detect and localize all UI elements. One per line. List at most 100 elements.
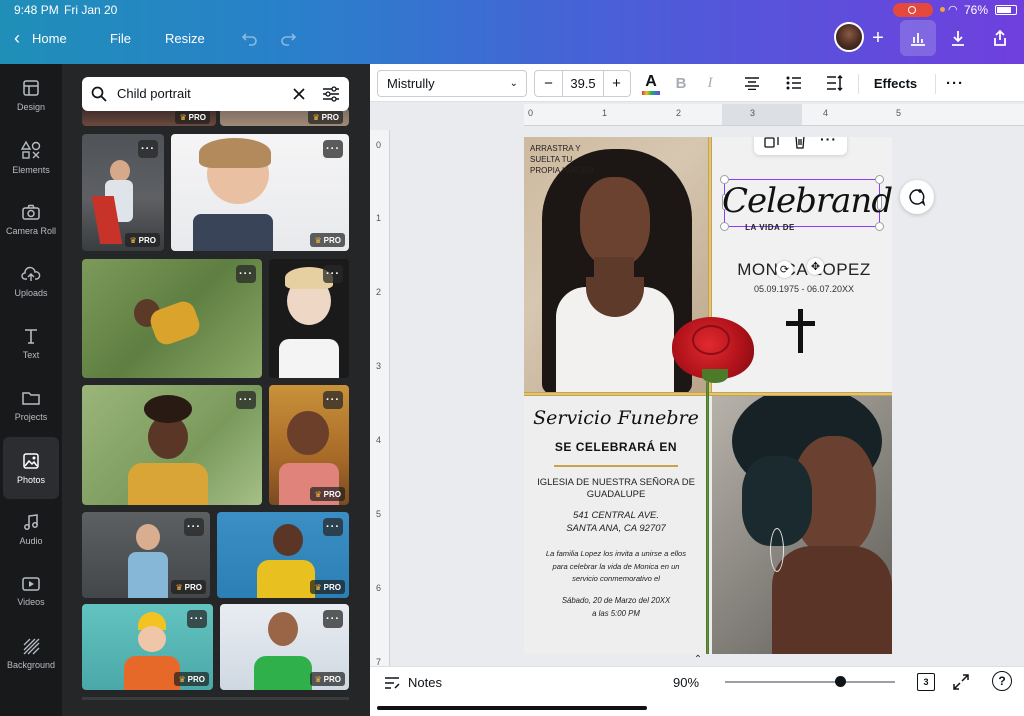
status-time: 9:48 PM: [14, 3, 59, 17]
photo-thumbnail[interactable]: ···: [269, 259, 349, 378]
list-icon[interactable]: [782, 72, 806, 94]
photo-thumbnail[interactable]: ···: [82, 259, 262, 378]
font-size-input[interactable]: 39.5: [562, 71, 604, 96]
service-datetime[interactable]: Sábado, 20 de Marzo del 20XX a las 5:00 …: [530, 595, 702, 620]
ruler-label: 3: [376, 361, 382, 371]
clear-search-icon[interactable]: [293, 88, 305, 100]
fullscreen-icon[interactable]: [953, 674, 969, 690]
chevron-up-icon[interactable]: ⌃: [688, 654, 708, 666]
redo-icon[interactable]: [274, 24, 302, 52]
text-toolbar: Mistrully ⌄ − 39.5 + A B I Effects ···: [370, 64, 1024, 102]
rail-item-text[interactable]: Text: [0, 312, 62, 374]
pro-badge: ♛ PRO: [310, 233, 345, 247]
move-handle-icon[interactable]: ✥: [807, 258, 824, 275]
rail-item-audio[interactable]: Audio: [0, 498, 62, 560]
ruler-label: 5: [896, 108, 902, 118]
bold-button[interactable]: B: [670, 72, 692, 94]
toolbar-divider: [858, 74, 859, 94]
more-options-icon[interactable]: ···: [236, 391, 256, 409]
deceased-name[interactable]: MONICA LOPEZ: [720, 260, 888, 280]
celebrando-title[interactable]: Celebrando: [722, 181, 892, 221]
rail-item-uploads[interactable]: Uploads: [0, 250, 62, 312]
photo-thumbnail[interactable]: ··· ♛ PRO: [171, 134, 349, 251]
more-options-icon[interactable]: ···: [138, 140, 158, 158]
add-collaborator-icon[interactable]: +: [864, 24, 892, 52]
insights-icon[interactable]: [900, 20, 936, 56]
rose-flower[interactable]: [664, 309, 760, 385]
file-menu-button[interactable]: File: [110, 26, 131, 50]
servicio-title[interactable]: Servicio Funebre: [530, 407, 702, 429]
photo-thumbnail[interactable]: ··· ♛ PRO: [82, 604, 213, 690]
help-icon[interactable]: ?: [992, 671, 1012, 691]
photo-icon: [23, 452, 39, 469]
increase-size-button[interactable]: +: [603, 75, 630, 92]
rail-item-design[interactable]: Design: [0, 64, 62, 126]
pro-badge: ♛ PRO: [125, 233, 160, 247]
share-icon[interactable]: [986, 24, 1014, 52]
avatar[interactable]: [834, 22, 864, 52]
more-options-icon[interactable]: ···: [323, 391, 343, 409]
filter-icon[interactable]: [322, 86, 340, 102]
spacing-icon[interactable]: [823, 72, 847, 94]
rose-stem: [706, 382, 709, 654]
more-options-icon[interactable]: ···: [236, 265, 256, 283]
camera-icon: [22, 204, 40, 220]
resize-button[interactable]: Resize: [165, 26, 205, 50]
decrease-size-button[interactable]: −: [535, 75, 562, 92]
photo-thumbnail[interactable]: ··· ♛ PRO: [269, 385, 349, 505]
more-options-icon[interactable]: ···: [187, 610, 207, 628]
photo-thumbnail[interactable]: ··· ♛ PRO: [82, 512, 210, 598]
celebration-heading[interactable]: SE CELEBRARÁ EN: [530, 440, 702, 454]
rail-item-background[interactable]: Background: [0, 622, 62, 684]
search-bar[interactable]: Child portrait: [82, 77, 349, 111]
church-name[interactable]: IGLESIA DE NUESTRA SEÑORA DE GUADALUPE: [530, 477, 702, 501]
zoom-slider[interactable]: [725, 676, 895, 687]
text-color-button[interactable]: A: [638, 71, 664, 97]
more-options-icon[interactable]: ···: [184, 518, 204, 536]
rail-item-projects[interactable]: Projects: [0, 374, 62, 436]
more-options-icon[interactable]: ···: [323, 265, 343, 283]
rail-item-videos[interactable]: Videos: [0, 560, 62, 622]
invitation-text[interactable]: La familia Lopez los invita a unirse a e…: [530, 548, 702, 586]
more-options-icon[interactable]: ···: [943, 72, 967, 94]
rail-item-photos[interactable]: Photos: [3, 437, 59, 499]
duplicate-icon[interactable]: [764, 137, 779, 149]
cross-icon: [798, 309, 803, 353]
font-selector[interactable]: Mistrully ⌄: [377, 70, 527, 97]
align-center-icon[interactable]: [740, 72, 764, 94]
photo-thumbnail[interactable]: ··· ♛ PRO: [220, 604, 349, 690]
undo-icon[interactable]: [236, 24, 264, 52]
photo-thumbnail[interactable]: ··· ♛ PRO: [217, 512, 349, 598]
text-color-icon: A: [645, 72, 657, 90]
home-button[interactable]: ‹ Home: [14, 26, 67, 50]
add-comment-button[interactable]: [900, 180, 934, 214]
rail-label: Background: [6, 659, 56, 670]
font-size-stepper[interactable]: − 39.5 +: [534, 70, 631, 97]
design-page[interactable]: ARRASTRA Y SUELTA TU PROPIA IMAGEN Celeb…: [524, 137, 892, 654]
rotate-handle-icon[interactable]: ⟳: [776, 261, 793, 278]
home-indicator: [377, 706, 647, 710]
more-options-icon[interactable]: ···: [323, 518, 343, 536]
font-name: Mistrully: [387, 76, 435, 91]
church-address[interactable]: 541 CENTRAL AVE. SANTA ANA, CA 92707: [530, 509, 702, 535]
search-input[interactable]: Child portrait: [117, 86, 191, 101]
rail-item-elements[interactable]: Elements: [0, 126, 62, 188]
more-options-icon[interactable]: ···: [323, 140, 343, 158]
notes-button[interactable]: Notes: [408, 675, 442, 690]
more-options-icon[interactable]: ···: [820, 137, 837, 147]
effects-button[interactable]: Effects: [868, 72, 923, 94]
life-dates[interactable]: 05.09.1975 - 06.07.20XX: [720, 284, 888, 294]
download-icon[interactable]: [944, 24, 972, 52]
rail-item-camera-roll[interactable]: Camera Roll: [0, 188, 62, 250]
page-count-button[interactable]: 3: [917, 673, 935, 691]
zoom-slider-handle[interactable]: [835, 676, 847, 687]
italic-button[interactable]: I: [699, 72, 721, 94]
trash-icon[interactable]: [793, 137, 807, 149]
ruler-label: 6: [376, 583, 382, 593]
more-options-icon[interactable]: ···: [323, 610, 343, 628]
portrait-photo-bottom[interactable]: [712, 396, 892, 654]
photo-thumbnail[interactable]: ··· ♛ PRO: [82, 134, 164, 251]
notes-icon[interactable]: [384, 676, 400, 690]
crown-icon: ♛: [314, 582, 322, 592]
photo-thumbnail[interactable]: ···: [82, 385, 262, 505]
